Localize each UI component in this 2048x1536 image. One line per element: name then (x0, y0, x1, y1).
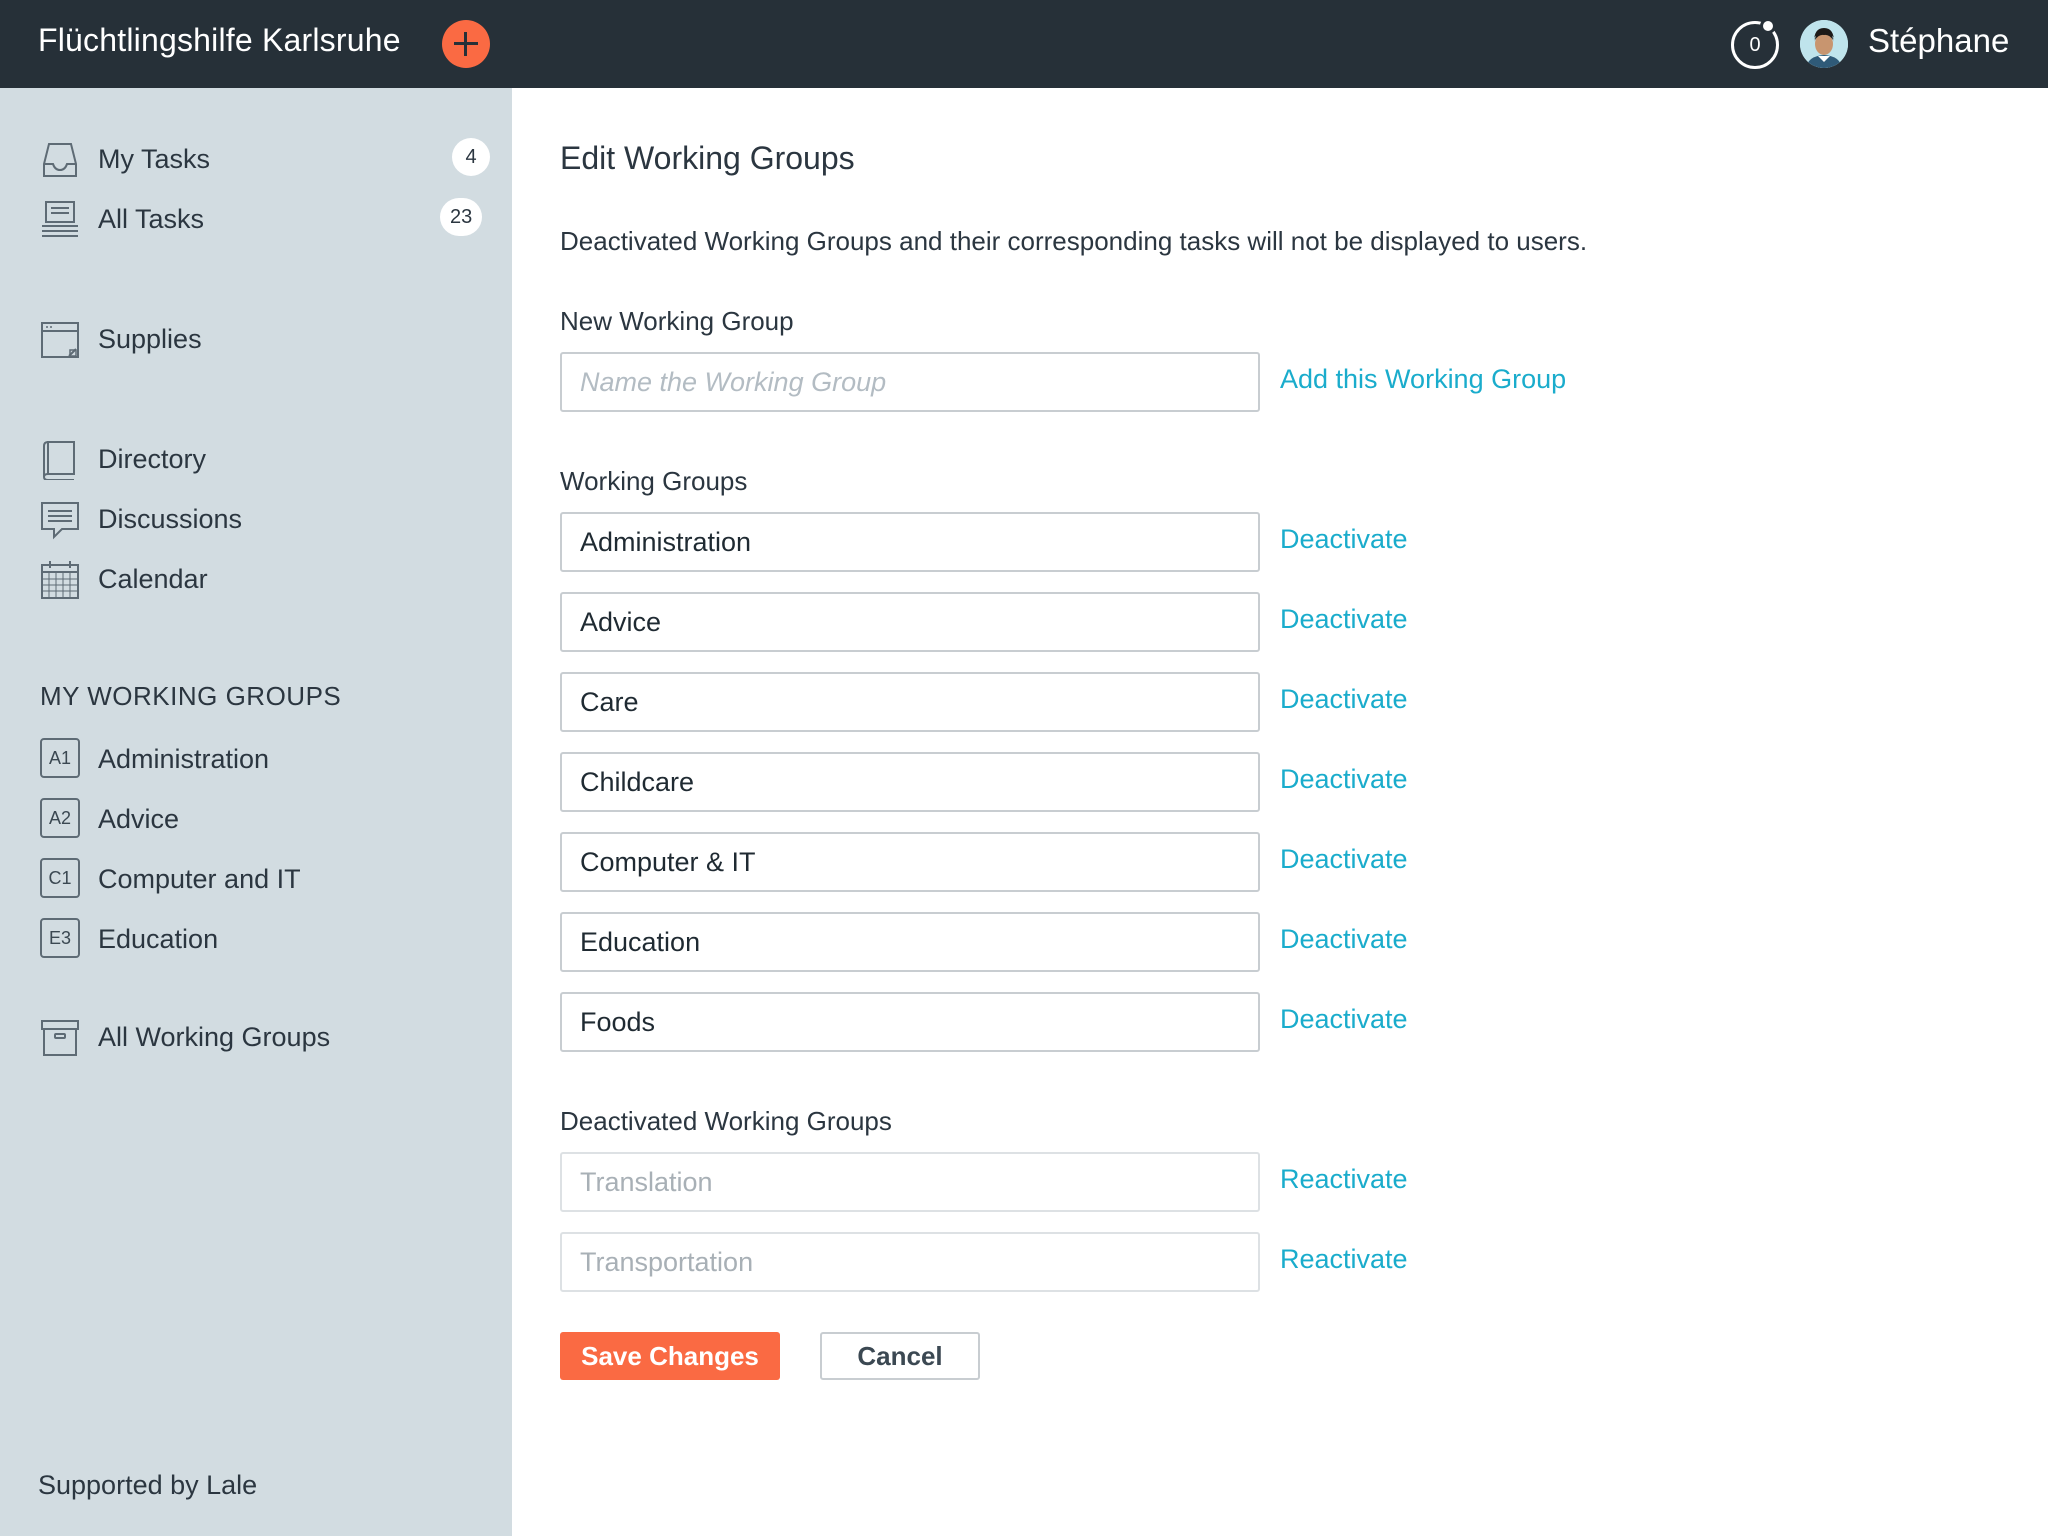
group-badge: A1 (40, 738, 80, 778)
calendar-icon (41, 561, 79, 599)
save-changes-button[interactable]: Save Changes (560, 1332, 780, 1380)
sidebar-item-group-education[interactable]: E3 Education (40, 918, 492, 962)
sidebar-item-supplies[interactable]: Supplies (40, 318, 492, 362)
cancel-button[interactable]: Cancel (820, 1332, 980, 1380)
deactivated-group-name-field (560, 1152, 1260, 1212)
add-working-group-link[interactable]: Add this Working Group (1280, 364, 1566, 395)
working-group-name-input[interactable] (560, 672, 1260, 732)
page-description: Deactivated Working Groups and their cor… (560, 226, 1588, 256)
app-title[interactable]: Flüchtlingshilfe Karlsruhe (38, 22, 401, 59)
sidebar-item-label: All Working Groups (98, 1022, 331, 1052)
sidebar-item-my-tasks[interactable]: My Tasks 4 (40, 138, 492, 182)
group-badge: E3 (40, 918, 80, 958)
sidebar-item-group-advice[interactable]: A2 Advice (40, 798, 492, 842)
working-group-name-input[interactable] (560, 752, 1260, 812)
book-icon (42, 441, 75, 480)
sidebar-item-discussions[interactable]: Discussions (40, 498, 492, 542)
notification-dot-icon (1760, 18, 1776, 34)
reactivate-link[interactable]: Reactivate (1280, 1244, 1408, 1275)
sidebar-item-group-computer-it[interactable]: C1 Computer and IT (40, 858, 492, 902)
deactivate-link[interactable]: Deactivate (1280, 844, 1408, 875)
supported-by-text: Supported by Lale (38, 1470, 258, 1500)
sidebar-item-label: All Tasks (98, 204, 205, 234)
new-group-name-input[interactable] (560, 352, 1260, 412)
sidebar: My Tasks 4 All Tasks 23 Supplies Directo… (0, 88, 512, 1536)
stack-icon (42, 201, 78, 237)
sidebar-item-label: Supplies (98, 324, 202, 354)
deactivate-link[interactable]: Deactivate (1280, 684, 1408, 715)
deactivate-link[interactable]: Deactivate (1280, 924, 1408, 955)
sidebar-item-group-administration[interactable]: A1 Administration (40, 738, 492, 782)
deactivate-link[interactable]: Deactivate (1280, 764, 1408, 795)
sidebar-item-label: Calendar (98, 564, 208, 594)
sidebar-item-directory[interactable]: Directory (40, 438, 492, 482)
archive-box-icon (41, 1020, 79, 1056)
deactivate-link[interactable]: Deactivate (1280, 1004, 1408, 1035)
sidebar-item-calendar[interactable]: Calendar (40, 558, 492, 602)
working-group-name-input[interactable] (560, 832, 1260, 892)
sidebar-item-label: Administration (98, 744, 270, 774)
avatar[interactable] (1800, 20, 1848, 68)
deactivate-link[interactable]: Deactivate (1280, 524, 1408, 555)
section-title-my-working-groups: MY WORKING GROUPS (40, 681, 342, 711)
deactivated-groups-label: Deactivated Working Groups (560, 1106, 892, 1136)
task-count-badge: 23 (440, 198, 483, 236)
group-badge: C1 (40, 858, 80, 898)
add-button[interactable] (442, 20, 490, 68)
user-avatar-icon (1800, 20, 1848, 68)
task-count-badge: 4 (452, 138, 490, 176)
working-group-name-input[interactable] (560, 512, 1260, 572)
top-bar: Flüchtlingshilfe Karlsruhe 0 Stéphane (0, 0, 2048, 88)
sidebar-item-label: Education (98, 924, 219, 954)
browser-window-icon (41, 322, 79, 358)
working-groups-label: Working Groups (560, 466, 748, 496)
sidebar-item-label: Directory (98, 444, 207, 474)
notification-count: 0 (1749, 34, 1761, 56)
deactivate-link[interactable]: Deactivate (1280, 604, 1408, 635)
chat-bubble-icon (41, 502, 79, 540)
sidebar-item-label: Computer and IT (98, 864, 301, 894)
deactivated-group-name-field (560, 1232, 1260, 1292)
working-group-name-input[interactable] (560, 912, 1260, 972)
main-content: Edit Working Groups Deactivated Working … (512, 88, 2048, 1536)
inbox-icon (43, 143, 77, 177)
user-name[interactable]: Stéphane (1868, 22, 2009, 60)
working-group-name-input[interactable] (560, 992, 1260, 1052)
sidebar-item-label: Advice (98, 804, 180, 834)
sidebar-item-label: My Tasks (98, 144, 211, 174)
sidebar-item-all-tasks[interactable]: All Tasks 23 (40, 198, 492, 242)
reactivate-link[interactable]: Reactivate (1280, 1164, 1408, 1195)
page-title: Edit Working Groups (560, 140, 855, 176)
sidebar-item-label: Discussions (98, 504, 243, 534)
group-badge: A2 (40, 798, 80, 838)
new-group-label: New Working Group (560, 306, 794, 336)
sidebar-item-all-working-groups[interactable]: All Working Groups (40, 1016, 492, 1060)
working-group-name-input[interactable] (560, 592, 1260, 652)
